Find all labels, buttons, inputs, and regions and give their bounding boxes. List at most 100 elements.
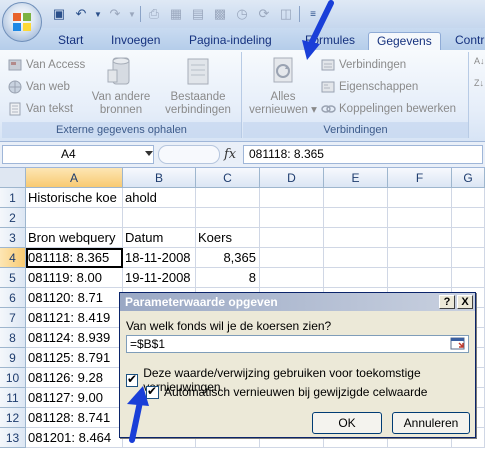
cell-g2[interactable] xyxy=(452,208,485,228)
camera-icon[interactable]: ◫ xyxy=(277,5,295,23)
row-header-13[interactable]: 13 xyxy=(0,428,26,448)
properties-button[interactable]: Eigenschappen xyxy=(321,78,418,96)
cell-d1[interactable] xyxy=(260,188,324,208)
name-box[interactable]: A4 xyxy=(2,145,154,164)
save-icon[interactable]: ▣ xyxy=(50,5,68,23)
cell-a1[interactable]: Historische koe xyxy=(26,188,123,208)
column-header-f[interactable]: F xyxy=(388,168,452,188)
tab-invoegen[interactable]: Invoegen xyxy=(103,32,168,50)
chart-icon[interactable]: ▩ xyxy=(211,5,229,23)
cell-g1[interactable] xyxy=(452,188,485,208)
cell-a3[interactable]: Bron webquery xyxy=(26,228,123,248)
cell-a2[interactable] xyxy=(26,208,123,228)
cell-a6[interactable]: 081120: 8.71 xyxy=(26,288,123,308)
formula-input[interactable]: 081118: 8.365 xyxy=(243,145,483,164)
customize-icon[interactable]: ≡ xyxy=(304,5,322,23)
cell-a12[interactable]: 081128: 8.741 xyxy=(26,408,123,428)
refresh-all-button[interactable]: Alles vernieuwen ▾ xyxy=(245,56,321,117)
cell-b3[interactable]: Datum xyxy=(123,228,196,248)
cell-b2[interactable] xyxy=(123,208,196,228)
cell-d2[interactable] xyxy=(260,208,324,228)
cell-b4[interactable]: 18-11-2008 xyxy=(123,248,196,268)
row-header-4[interactable]: 4 xyxy=(0,248,26,268)
cell-e5[interactable] xyxy=(324,268,388,288)
help-button[interactable]: ? xyxy=(439,295,455,309)
column-header-g[interactable]: G xyxy=(452,168,485,188)
from-access-button[interactable]: Van Access xyxy=(8,56,85,74)
row-header-5[interactable]: 5 xyxy=(0,268,26,288)
clock-icon[interactable]: ◷ xyxy=(233,5,251,23)
row-header-6[interactable]: 6 xyxy=(0,288,26,308)
cell-a13[interactable]: 081201: 8.464 xyxy=(26,428,123,448)
tab-gegevens[interactable]: Gegevens xyxy=(368,32,441,50)
parameter-input[interactable]: =$B$1 xyxy=(126,335,469,353)
cell-g3[interactable] xyxy=(452,228,485,248)
cell-e4[interactable] xyxy=(324,248,388,268)
sort-az-icon[interactable]: A↓ xyxy=(474,56,485,66)
cell-a8[interactable]: 081124: 8.939 xyxy=(26,328,123,348)
ok-button[interactable]: OK xyxy=(312,412,382,434)
auto-refresh-checkbox[interactable] xyxy=(146,384,159,399)
cell-d5[interactable] xyxy=(260,268,324,288)
column-header-b[interactable]: B xyxy=(123,168,196,188)
row-header-8[interactable]: 8 xyxy=(0,328,26,348)
tab-formules[interactable]: Formules xyxy=(297,32,363,50)
cell-f4[interactable] xyxy=(388,248,452,268)
cell-a4[interactable]: 081118: 8.365 xyxy=(26,248,123,268)
name-box-dropdown-icon[interactable] xyxy=(145,151,153,156)
column-header-a[interactable]: A xyxy=(26,168,123,188)
cell-b5[interactable]: 19-11-2008 xyxy=(123,268,196,288)
column-header-c[interactable]: C xyxy=(196,168,260,188)
undo-dropdown-icon[interactable]: ▼ xyxy=(94,5,102,23)
column-header-d[interactable]: D xyxy=(260,168,324,188)
cell-a5[interactable]: 081119: 8.00 xyxy=(26,268,123,288)
tab-pagina-indeling[interactable]: Pagina-indeling xyxy=(181,32,280,50)
cell-f5[interactable] xyxy=(388,268,452,288)
print-icon[interactable]: ⎙ xyxy=(145,5,163,23)
from-web-button[interactable]: Van web xyxy=(8,78,70,96)
cell-e2[interactable] xyxy=(324,208,388,228)
cell-a11[interactable]: 081127: 9.00 xyxy=(26,388,123,408)
grid-icon[interactable]: ▦ xyxy=(167,5,185,23)
edit-links-button[interactable]: Koppelingen bewerken xyxy=(321,100,456,118)
row-header-3[interactable]: 3 xyxy=(0,228,26,248)
cell-c4[interactable]: 8,365 xyxy=(196,248,260,268)
redo-icon[interactable]: ↷ xyxy=(106,5,124,23)
use-value-checkbox[interactable] xyxy=(126,372,139,387)
undo-icon[interactable]: ↶ xyxy=(72,5,90,23)
close-button[interactable]: X xyxy=(457,295,473,309)
row-header-2[interactable]: 2 xyxy=(0,208,26,228)
screen-icon[interactable]: ▤ xyxy=(189,5,207,23)
cell-d3[interactable] xyxy=(260,228,324,248)
cell-c5[interactable]: 8 xyxy=(196,268,260,288)
collapse-dialog-icon[interactable] xyxy=(450,337,466,351)
from-other-sources-button[interactable]: Van andere bronnen xyxy=(88,56,154,117)
cell-d4[interactable] xyxy=(260,248,324,268)
column-header-e[interactable]: E xyxy=(324,168,388,188)
row-header-11[interactable]: 11 xyxy=(0,388,26,408)
row-header-7[interactable]: 7 xyxy=(0,308,26,328)
cell-f3[interactable] xyxy=(388,228,452,248)
row-header-12[interactable]: 12 xyxy=(0,408,26,428)
cell-c1[interactable] xyxy=(196,188,260,208)
cell-f2[interactable] xyxy=(388,208,452,228)
cell-a9[interactable]: 081125: 8.791 xyxy=(26,348,123,368)
row-header-1[interactable]: 1 xyxy=(0,188,26,208)
cell-f1[interactable] xyxy=(388,188,452,208)
cell-g5[interactable] xyxy=(452,268,485,288)
from-text-button[interactable]: Van tekst xyxy=(8,100,73,118)
auto-refresh-checkbox-row[interactable]: Automatisch vernieuwen bij gewijzigde ce… xyxy=(146,384,427,399)
connections-button[interactable]: Verbindingen xyxy=(321,56,406,74)
redo-dropdown-icon[interactable]: ▼ xyxy=(128,5,136,23)
select-all-corner[interactable] xyxy=(0,168,26,188)
cell-c2[interactable] xyxy=(196,208,260,228)
row-header-9[interactable]: 9 xyxy=(0,348,26,368)
cell-a10[interactable]: 081126: 9.28 xyxy=(26,368,123,388)
existing-connections-button[interactable]: Bestaande verbindingen xyxy=(160,56,236,117)
cell-e3[interactable] xyxy=(324,228,388,248)
cell-b1[interactable]: ahold xyxy=(123,188,196,208)
cancel-button[interactable]: Annuleren xyxy=(392,412,470,434)
row-header-10[interactable]: 10 xyxy=(0,368,26,388)
tab-start[interactable]: Start xyxy=(50,32,91,50)
cell-c3[interactable]: Koers xyxy=(196,228,260,248)
